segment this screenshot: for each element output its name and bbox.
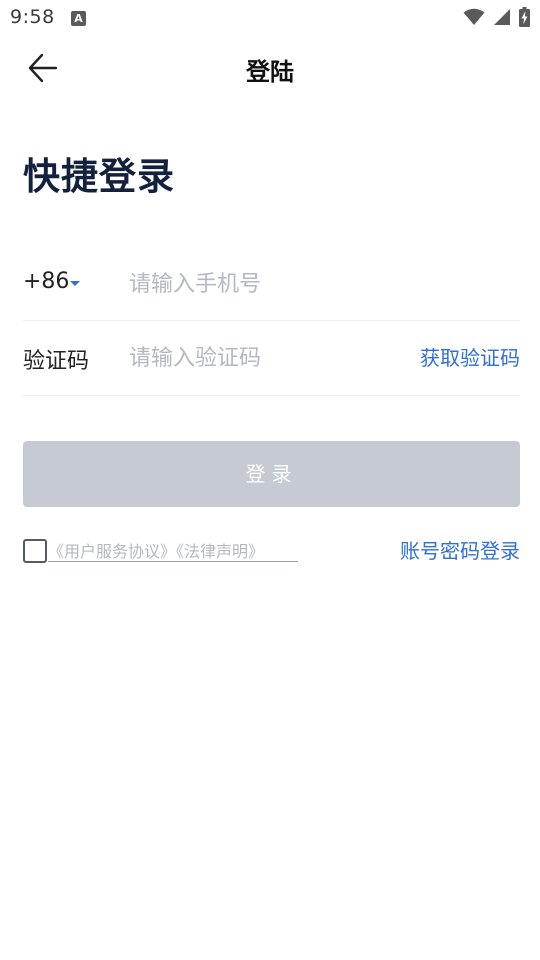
page-title: 快捷登录 [23,155,175,198]
user-agreement-link[interactable]: 《用户服务协议》 [48,542,176,561]
phone-input-container [127,246,520,321]
country-code-selector[interactable]: +86 [23,246,127,321]
code-input[interactable] [129,340,389,376]
status-time: 9:58 [10,6,55,28]
status-icons [463,7,530,27]
app-notification-icon: A [71,11,86,26]
battery-charging-icon [519,7,530,27]
phone-row: +86 [23,246,520,321]
status-bar: 9:58 A [0,0,540,36]
nav-title: 登陆 [246,58,294,86]
legal-statement-link[interactable]: 《法律声明》 [176,542,264,561]
cellular-signal-icon [494,9,510,25]
agreement-links: 《用户服务协议》《法律声明》 [48,538,298,562]
password-login-link[interactable]: 账号密码登录 [400,535,520,564]
get-code-button[interactable]: 获取验证码 [420,342,520,371]
agreement-checkbox[interactable] [23,539,47,563]
country-code-text: +86 [23,269,70,294]
login-button[interactable]: 登录 [23,441,520,507]
nav-bar: 登陆 [0,36,540,100]
caret-down-icon [70,281,80,286]
phone-input[interactable] [129,266,389,302]
code-row: 验证码 获取验证码 [23,320,520,396]
code-label: 验证码 [23,349,90,374]
wifi-icon [463,8,485,25]
